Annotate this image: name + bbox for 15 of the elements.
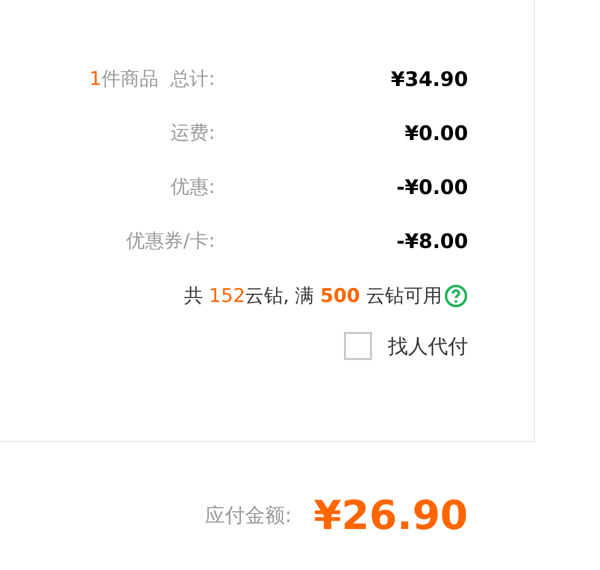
summary-value: -¥8.00 — [396, 228, 468, 255]
summary-value: ¥34.90 — [390, 66, 468, 93]
points-note: 共 152云钻, 满 500 云钻可用 — [184, 284, 442, 309]
summary-value: -¥0.00 — [396, 174, 468, 201]
help-icon[interactable] — [444, 284, 468, 308]
item-count: 1 — [89, 66, 102, 92]
checkbox-label: 找人代付 — [388, 333, 468, 360]
total-value: ¥26.90 — [314, 496, 468, 536]
summary-label: 件商品 总计: — [102, 66, 215, 92]
summary-label: 运费: — [170, 120, 215, 146]
summary-value: ¥0.00 — [404, 120, 468, 147]
summary-label: 优惠: — [170, 174, 215, 200]
total-label: 应付金额: — [204, 502, 292, 529]
summary-label: 优惠券/卡: — [126, 228, 215, 254]
checkbox[interactable] — [344, 332, 372, 360]
